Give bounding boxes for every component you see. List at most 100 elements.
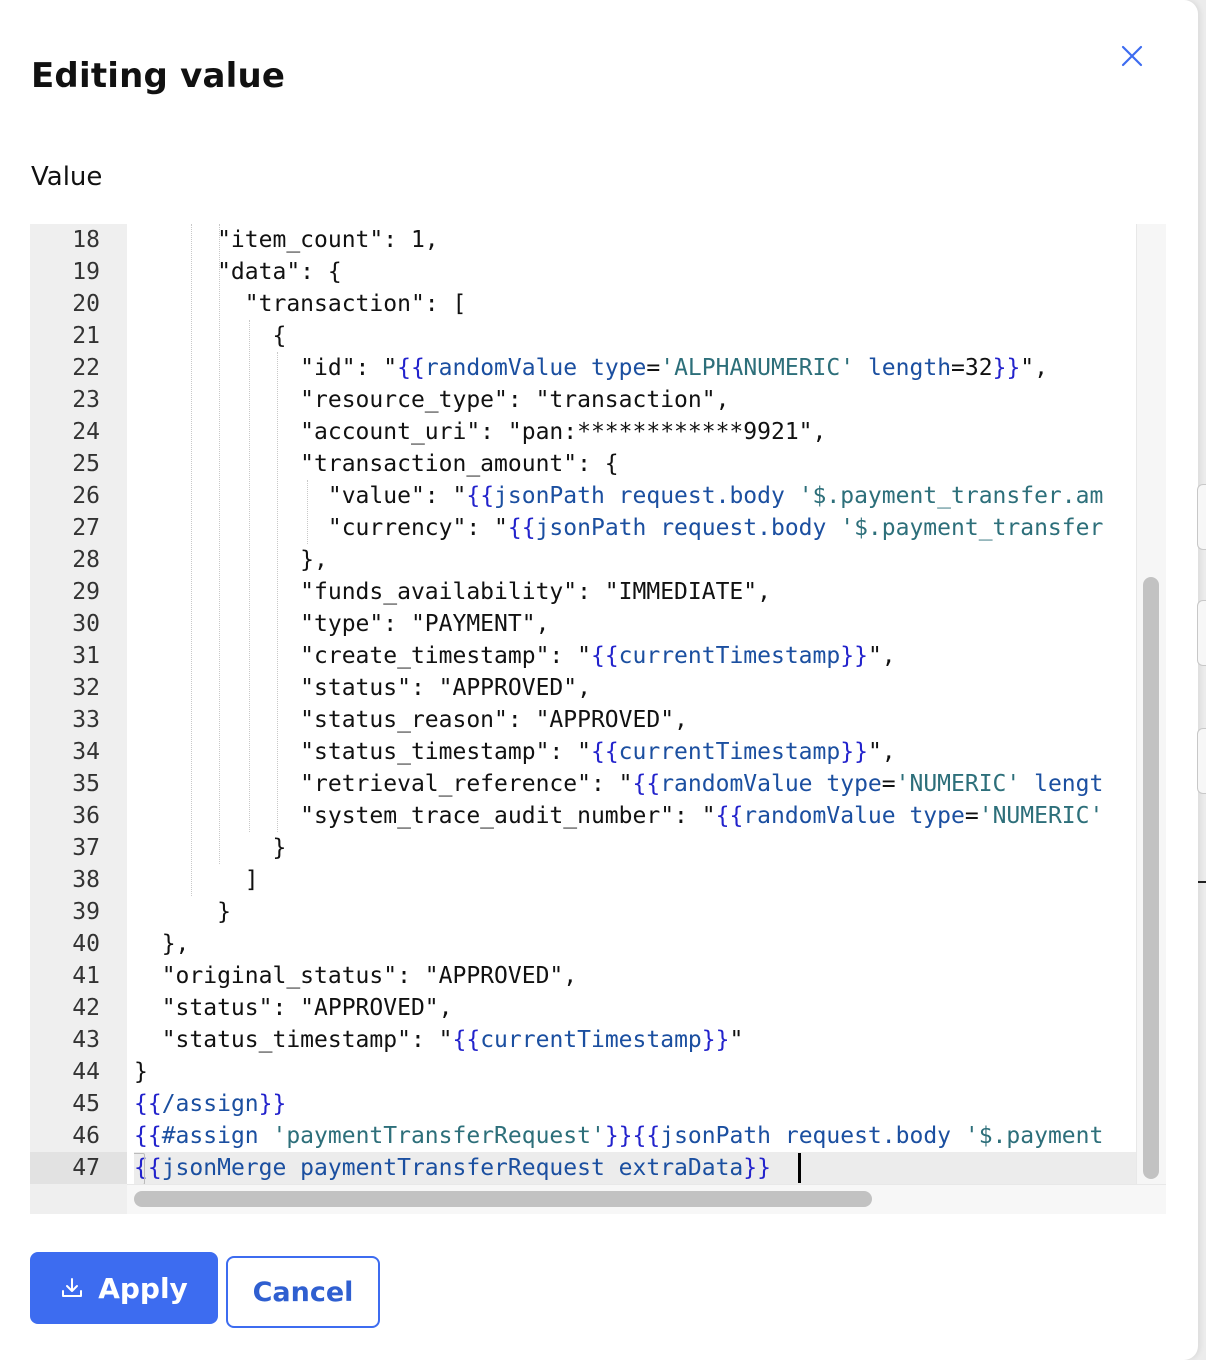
line-number: 44 xyxy=(72,1059,100,1085)
code-line[interactable]: "resource_type": "transaction", xyxy=(134,384,729,416)
close-button[interactable] xyxy=(1112,36,1152,76)
text-cursor xyxy=(798,1153,801,1183)
code-line[interactable]: {{jsonMerge paymentTransferRequest extra… xyxy=(134,1152,771,1184)
code-line[interactable]: "currency": "{{jsonPath request.body '$.… xyxy=(134,512,1103,544)
code-line[interactable]: ] xyxy=(134,864,259,896)
code-token: }} xyxy=(701,1027,730,1053)
code-token: length xyxy=(854,355,952,381)
code-token: "status_reason": "APPROVED", xyxy=(134,707,688,733)
code-token: } xyxy=(134,1059,148,1085)
code-editor[interactable]: 18 19 20 21 22 23 24 25 26 27 28 29 30 31 32 33 34 35 36 37… xyxy=(30,224,1166,1214)
code-line[interactable]: "funds_availability": "IMMEDIATE", xyxy=(134,576,771,608)
code-line[interactable]: } xyxy=(134,832,286,864)
code-token: lengt xyxy=(1020,771,1104,797)
line-number: 38 xyxy=(72,867,100,893)
code-line[interactable]: "status_timestamp": "{{currentTimestamp}… xyxy=(134,736,895,768)
code-token: ] xyxy=(134,867,259,893)
line-number: 28 xyxy=(72,547,100,573)
code-line[interactable]: {{/assign}} xyxy=(134,1088,286,1120)
code-token: "account_uri": "pan:************9921", xyxy=(134,419,827,445)
code-token: "status_timestamp": " xyxy=(134,1027,453,1053)
code-token: jsonPath request.body xyxy=(494,483,799,509)
line-number: 41 xyxy=(72,963,100,989)
code-token: ", xyxy=(867,643,896,669)
code-line[interactable]: "id": "{{randomValue type='ALPHANUMERIC'… xyxy=(134,352,1048,384)
code-line[interactable]: "retrieval_reference": "{{randomValue ty… xyxy=(134,768,1103,800)
code-line[interactable]: "item_count": 1, xyxy=(134,224,439,256)
line-number: 45 xyxy=(72,1091,100,1117)
code-token: '$.payment xyxy=(964,1123,1104,1149)
code-line[interactable]: "status": "APPROVED", xyxy=(134,672,591,704)
code-line[interactable]: "transaction": [ xyxy=(134,288,467,320)
code-token: "create_timestamp": " xyxy=(134,643,591,669)
code-line[interactable]: "type": "PAYMENT", xyxy=(134,608,549,640)
code-line[interactable]: "account_uri": "pan:************9921", xyxy=(134,416,826,448)
code-token: = xyxy=(646,355,661,381)
code-token: "type": "PAYMENT", xyxy=(134,611,550,637)
code-token: } xyxy=(134,899,231,925)
code-line[interactable]: {{#assign 'paymentTransferRequest'}}{{js… xyxy=(134,1120,1103,1152)
code-token: = xyxy=(964,803,979,829)
download-icon xyxy=(60,1276,84,1300)
line-number: 42 xyxy=(72,995,100,1021)
code-line[interactable]: "original_status": "APPROVED", xyxy=(134,960,577,992)
code-line[interactable]: "status": "APPROVED", xyxy=(134,992,453,1024)
apply-button[interactable]: Apply xyxy=(30,1252,218,1324)
line-number: 32 xyxy=(72,675,100,701)
code-token: }, xyxy=(134,547,328,573)
code-line[interactable]: "system_trace_audit_number": "{{randomVa… xyxy=(134,800,1103,832)
code-line[interactable]: } xyxy=(134,1056,148,1088)
code-token: jsonMerge paymentTransferRequest extraDa… xyxy=(161,1155,744,1181)
code-token: {{ xyxy=(452,1027,481,1053)
code-token: "system_trace_audit_number": " xyxy=(134,803,716,829)
code-token: {{ xyxy=(590,739,619,765)
vertical-scrollbar-thumb[interactable] xyxy=(1143,577,1159,1179)
code-line[interactable]: { xyxy=(134,320,286,352)
code-token: currentTimestamp xyxy=(480,1027,702,1053)
line-number: 24 xyxy=(72,419,100,445)
line-number: 33 xyxy=(72,707,100,733)
line-number: 25 xyxy=(72,451,100,477)
code-line[interactable]: "status_reason": "APPROVED", xyxy=(134,704,688,736)
dialog-title: Editing value xyxy=(31,56,286,96)
code-line[interactable]: "transaction_amount": { xyxy=(134,448,619,480)
line-number: 47 xyxy=(30,1152,127,1184)
cancel-button[interactable]: Cancel xyxy=(226,1256,380,1328)
edit-value-dialog: Editing value Value 18 19 20 21 22 23 24 25 26 27… xyxy=(0,0,1198,1360)
code-line[interactable]: }, xyxy=(134,928,190,960)
code-token: 'NUMERIC' xyxy=(895,771,1021,797)
code-token: randomValue type xyxy=(660,771,882,797)
code-token: currentTimestamp xyxy=(618,643,841,669)
code-token: #assign xyxy=(161,1123,273,1149)
code-token: "status_timestamp": " xyxy=(134,739,591,765)
code-token: "transaction": [ xyxy=(134,291,467,317)
background-panel-tab xyxy=(1197,600,1206,666)
line-number: 20 xyxy=(72,291,100,317)
line-number: 26 xyxy=(72,483,100,509)
code-token: "transaction_amount": { xyxy=(134,451,619,477)
code-token: { xyxy=(134,323,287,349)
code-token: jsonPath request.body xyxy=(535,515,841,541)
code-token: "retrieval_reference": " xyxy=(134,771,633,797)
code-token: {{ xyxy=(632,771,661,797)
code-token: {{ xyxy=(590,643,619,669)
apply-label: Apply xyxy=(98,1271,188,1305)
code-line[interactable]: } xyxy=(134,896,231,928)
line-number: 23 xyxy=(72,387,100,413)
code-line[interactable]: "status_timestamp": "{{currentTimestamp}… xyxy=(134,1024,744,1056)
code-line[interactable]: }, xyxy=(134,544,328,576)
line-number: 29 xyxy=(72,579,100,605)
code-token: =32 xyxy=(951,355,993,381)
code-token: randomValue type xyxy=(424,355,647,381)
code-token: }} xyxy=(992,355,1021,381)
line-number: 22 xyxy=(72,355,100,381)
horizontal-scrollbar-thumb[interactable] xyxy=(134,1191,872,1207)
code-line[interactable]: "data": { xyxy=(134,256,342,288)
line-number: 19 xyxy=(72,259,100,285)
code-token: " xyxy=(729,1027,744,1053)
code-content[interactable]: "item_count": 1, "data": { "transaction"… xyxy=(134,224,1136,1214)
code-line[interactable]: "create_timestamp": "{{currentTimestamp}… xyxy=(134,640,896,672)
line-number: 43 xyxy=(72,1027,100,1053)
line-number: 21 xyxy=(72,323,100,349)
code-line[interactable]: "value": "{{jsonPath request.body '$.pay… xyxy=(134,480,1103,512)
